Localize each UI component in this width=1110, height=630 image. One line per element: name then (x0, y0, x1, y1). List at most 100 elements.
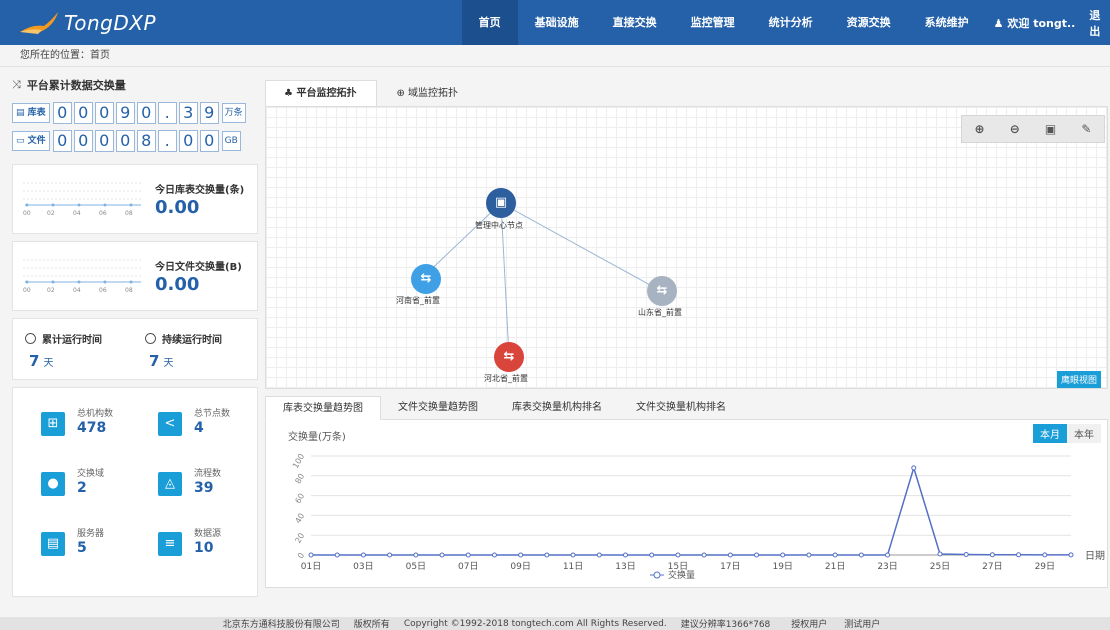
stat-exchange-domain[interactable]: ● 交换域 2 (41, 466, 104, 496)
counter-digit: 3 (178, 102, 198, 124)
data-point (518, 552, 524, 558)
y-tick-label: 0 (296, 551, 306, 560)
logout-link[interactable]: 退出 (1089, 7, 1110, 39)
counter-digit: 0 (199, 130, 219, 152)
data-point (727, 552, 733, 558)
data-point (911, 465, 917, 471)
tick-label: 06 (99, 287, 107, 294)
topology-node-hebei[interactable]: ⇆ (494, 342, 524, 372)
stat-value: 10 (194, 540, 214, 556)
topology-node-center[interactable]: ▣ (486, 188, 516, 218)
stat-datasource-count[interactable]: ≡ 数据源 10 (158, 526, 221, 556)
nav-home[interactable]: 首页 (461, 0, 518, 45)
nav-system-maintenance[interactable]: 系统维护 (908, 0, 986, 45)
data-point (544, 552, 550, 558)
counter-digit: 0 (52, 102, 72, 124)
counter-digit: 0 (136, 102, 156, 124)
nav-statistics[interactable]: 统计分析 (752, 0, 830, 45)
workflow-icon: ◬ (158, 472, 182, 496)
tab-label: 平台监控拓扑 (296, 88, 357, 99)
data-point (622, 552, 628, 558)
tab-platform-topology[interactable]: ♣ 平台监控拓扑 (265, 80, 378, 107)
counter-unit: GB (221, 131, 241, 151)
tab-file-ranking[interactable]: 文件交换量机构排名 (619, 396, 743, 420)
data-point (570, 552, 576, 558)
data-point (675, 552, 681, 558)
nav-infrastructure[interactable]: 基础设施 (518, 0, 596, 45)
continuous-runtime-label: 持续运行时间 (162, 335, 222, 346)
breadcrumb: 您所在的位置：首页 (0, 45, 1110, 67)
data-point (1042, 552, 1048, 558)
node-glyph: ⇆ (503, 349, 515, 364)
today-table-value: 0.00 (155, 197, 200, 218)
left-panel: ⤨ 平台累计数据交换量 ▤ 库表 0 0 0 9 0 . 3 9 万条 ▭ 文件… (12, 74, 258, 597)
data-point (1068, 552, 1074, 558)
tab-file-trend[interactable]: 文件交换量趋势图 (381, 396, 495, 420)
topology-node-shandong[interactable]: ⇆ (647, 276, 677, 306)
tab-table-ranking[interactable]: 库表交换量机构排名 (495, 396, 619, 420)
runtime-card: 累计运行时间 7天 持续运行时间 7天 (12, 318, 258, 380)
file-counter-label-text: 文件 (27, 136, 46, 146)
nav-resource-exchange[interactable]: 资源交换 (830, 0, 908, 45)
file-counter-label: ▭ 文件 (12, 131, 50, 151)
logo-swoosh-icon (20, 11, 58, 34)
share-nodes-icon: < (158, 412, 182, 436)
sitemap-icon: ♣ (284, 88, 293, 99)
table-icon: ▤ (16, 108, 25, 118)
stat-value: 4 (194, 420, 204, 436)
node-label: 河南省_前置 (396, 296, 440, 305)
table-counter-label: ▤ 库表 (12, 103, 50, 123)
topology-node-henan[interactable]: ⇆ (411, 264, 441, 294)
data-point (413, 552, 419, 558)
topology-canvas[interactable]: ⊕ ⊖ ▣ ✎ ▣ 管理中心节点 ⇆ 河南省_前置 ⇆ 山东省_前置 ⇆ 河北省… (265, 106, 1108, 389)
tab-table-trend[interactable]: 库表交换量趋势图 (265, 396, 381, 420)
data-point (780, 552, 786, 558)
stats-card: ⊞ 总机构数 478 < 总节点数 4 ● 交换域 2 ◬ 流程数 39 ▤ 服务器 5 … (12, 387, 258, 597)
x-tick-label: 07日 (458, 561, 478, 572)
x-axis-label: 日期 (1085, 550, 1105, 562)
section-title-text: 平台累计数据交换量 (26, 79, 126, 92)
nav-monitoring[interactable]: 监控管理 (674, 0, 752, 45)
stat-node-count[interactable]: < 总节点数 4 (158, 406, 230, 436)
data-point (649, 552, 655, 558)
tick-label: 04 (73, 287, 81, 294)
counter-digit: . (157, 130, 177, 152)
stat-server-count[interactable]: ▤ 服务器 5 (41, 526, 104, 556)
top-nav-bar: TongDXP 首页 基础设施 直接交换 监控管理 统计分析 资源交换 系统维护… (0, 0, 1110, 45)
y-tick-label: 40 (293, 512, 306, 525)
counter-digit: 0 (115, 130, 135, 152)
x-tick-label: 21日 (825, 561, 845, 572)
footer-copyright: Copyright ©1992-2018 tongtech.com All Ri… (403, 618, 667, 629)
y-tick-label: 20 (293, 531, 306, 544)
data-point (308, 552, 314, 558)
footer-license: 授权用户 测试用户 (784, 617, 887, 630)
node-glyph: ⇆ (656, 283, 668, 298)
counter-digit: 9 (115, 102, 135, 124)
data-point (334, 552, 340, 558)
logo[interactable]: TongDXP (18, 10, 450, 36)
counter-unit: 万条 (221, 103, 246, 123)
nav-direct-exchange[interactable]: 直接交换 (596, 0, 674, 45)
x-tick-label: 03日 (353, 561, 373, 572)
today-file-label: 今日文件交换量(B) (155, 262, 242, 273)
today-table-label: 今日库表交换量(条) (155, 185, 245, 196)
series-line (311, 465, 1071, 556)
tab-domain-topology[interactable]: ⊕ 域监控拓扑 (377, 80, 479, 107)
table-counter: ▤ 库表 0 0 0 9 0 . 3 9 万条 (12, 102, 258, 124)
eagle-eye-button[interactable]: 鹰眼视图 (1057, 371, 1102, 388)
user-menu[interactable]: ♟ 欢迎 tongt.. (994, 15, 1076, 31)
y-tick-label: 60 (293, 492, 306, 505)
stat-value: 5 (77, 540, 87, 556)
clock-icon (25, 333, 36, 344)
trend-chart: 交换量(万条) 0 20 40 60 80 100 01日 03日 05日 07日 09日 11日 13日… (288, 430, 1105, 581)
footer: 北京东方通科技股份有限公司 版权所有 Copyright ©1992-2018 … (0, 617, 1110, 630)
today-table-sparkline: 00 02 04 06 08 (23, 182, 143, 217)
data-point (439, 552, 445, 558)
x-tick-label: 23日 (877, 561, 897, 572)
location-user-icon: ● (41, 472, 65, 496)
today-table-card: 00 02 04 06 08 今日库表交换量(条) 0.00 (12, 164, 258, 234)
stat-org-count[interactable]: ⊞ 总机构数 478 (41, 406, 113, 436)
stat-workflow-count[interactable]: ◬ 流程数 39 (158, 466, 221, 496)
data-point (885, 552, 891, 558)
counter-digit: 0 (178, 130, 198, 152)
